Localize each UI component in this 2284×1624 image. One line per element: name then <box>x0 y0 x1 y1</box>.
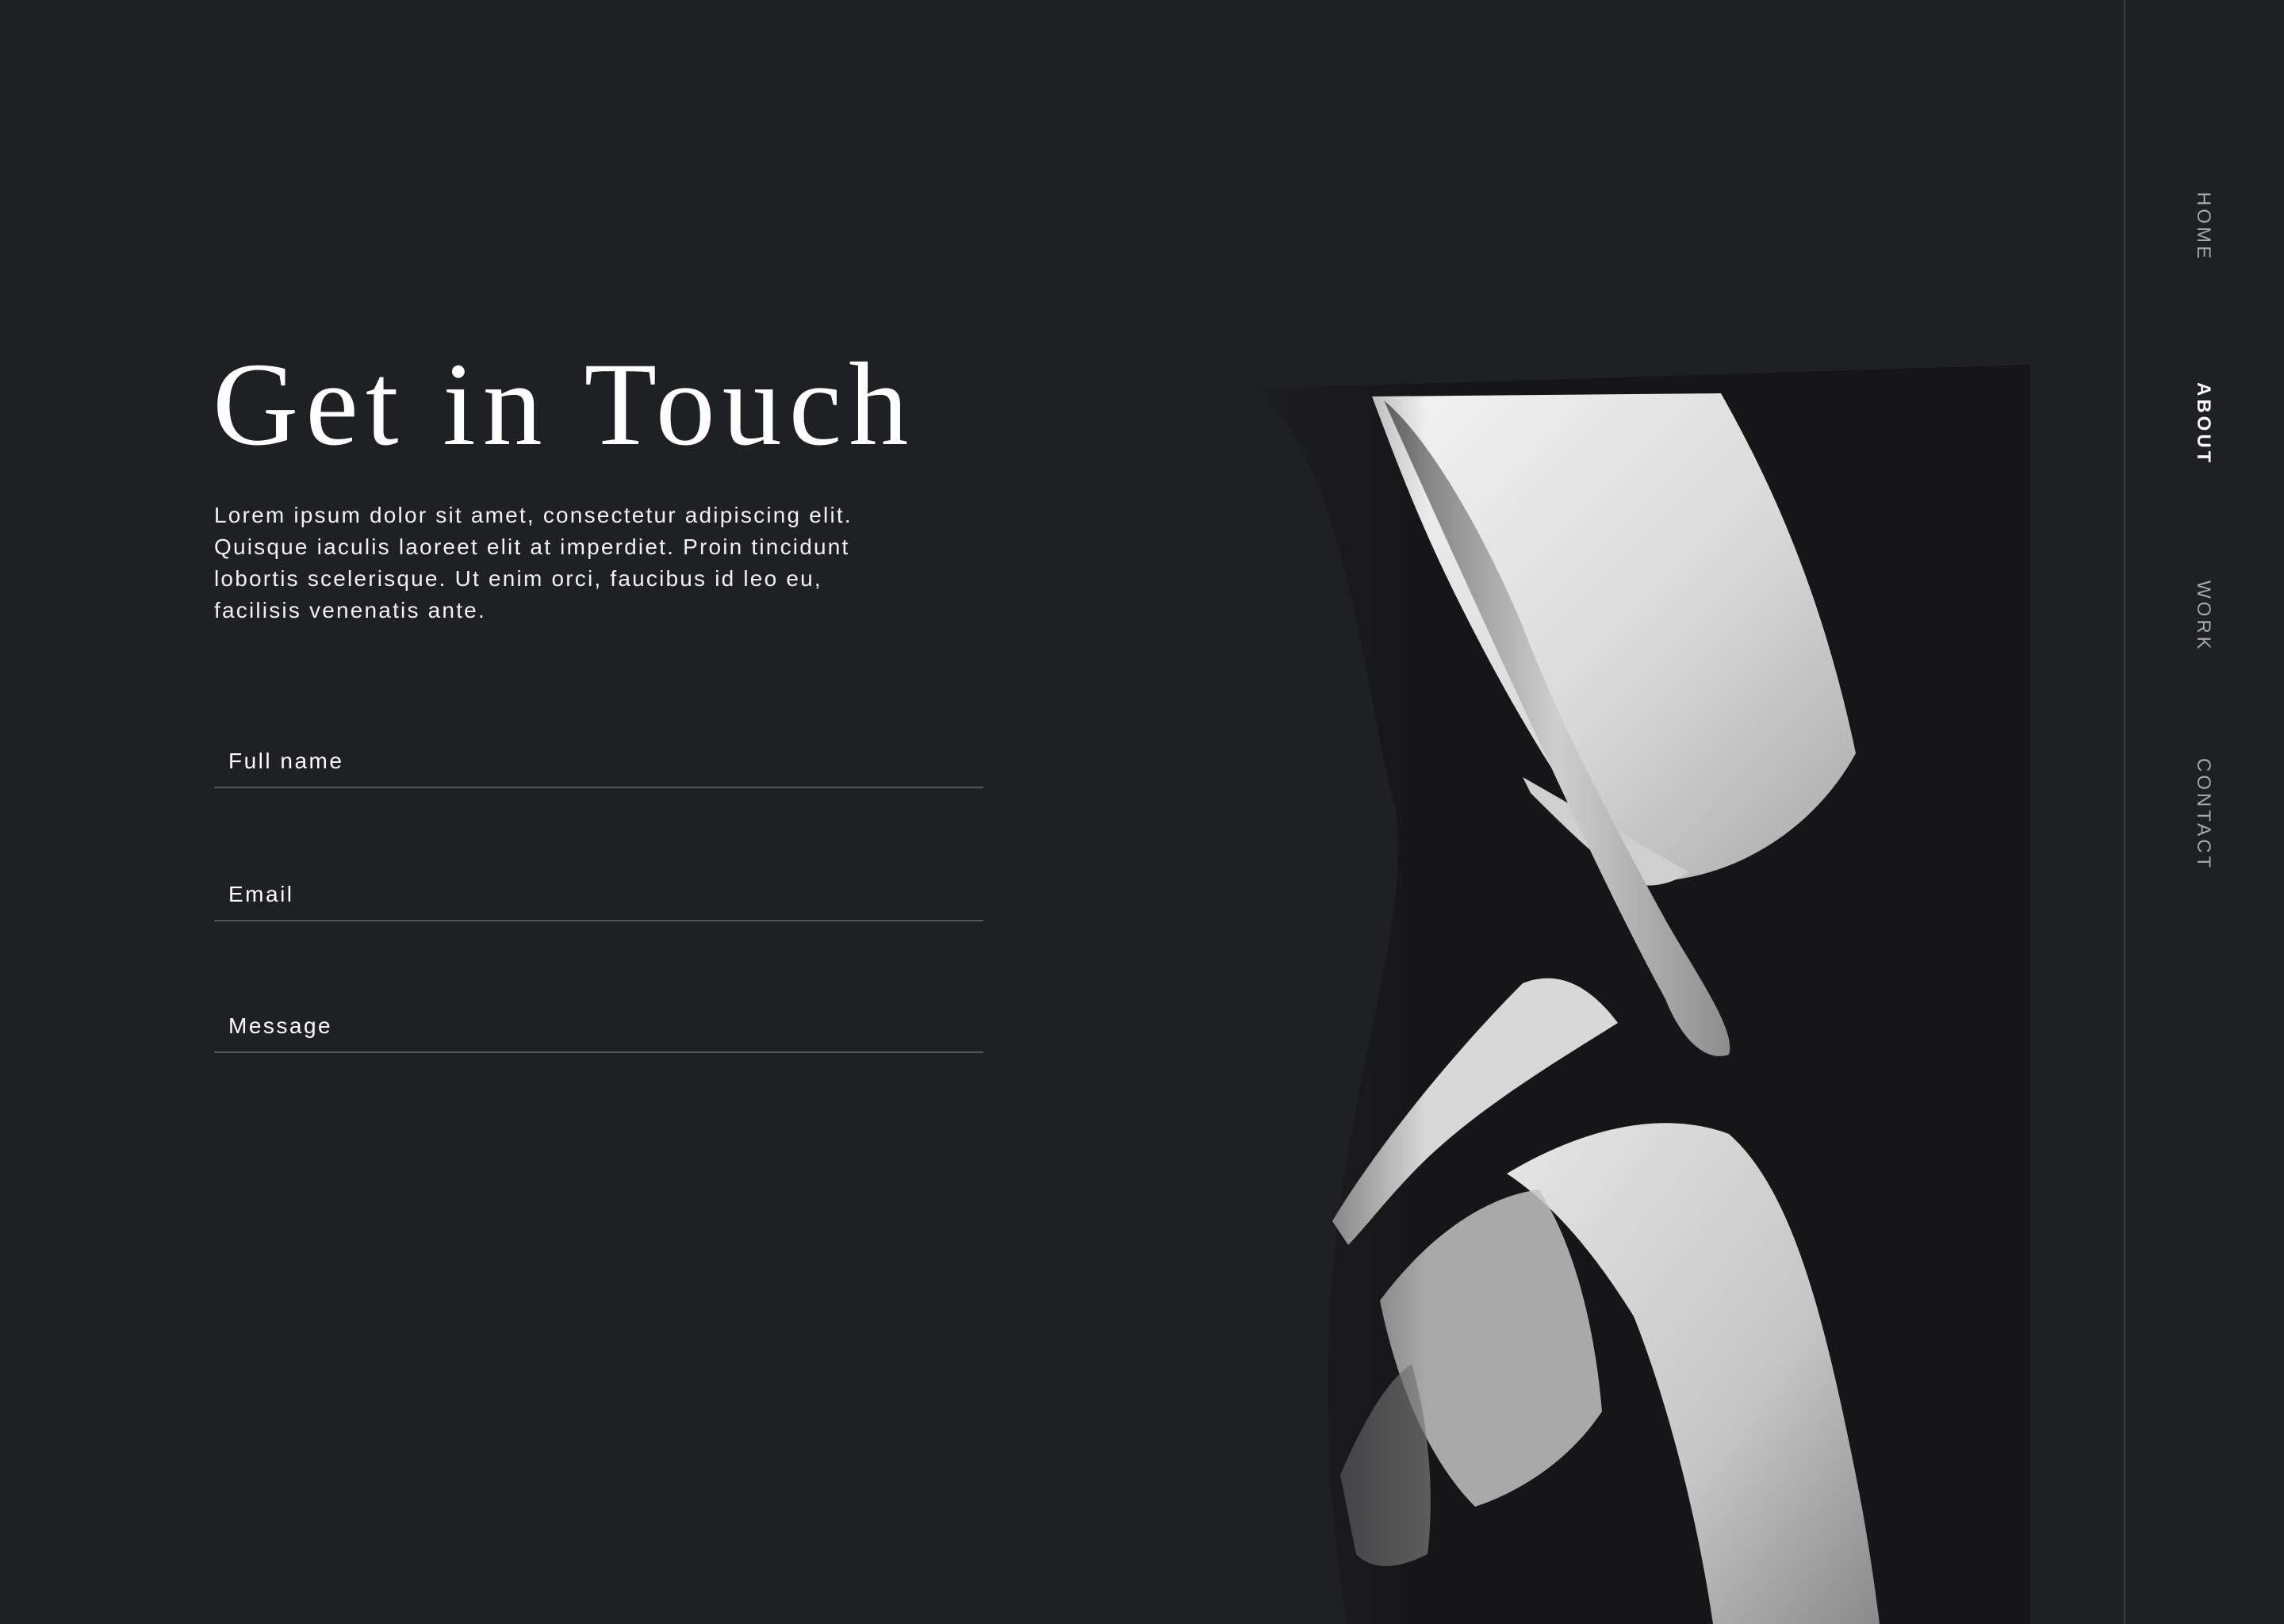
email-underline <box>214 920 983 921</box>
message-underline <box>214 1051 983 1053</box>
intro-paragraph: Lorem ipsum dolor sit amet, consectetur … <box>214 503 853 622</box>
contact-page: Get in Touch Lorem ipsum dolor sit amet,… <box>0 0 2284 1624</box>
nav-item-about[interactable]: ABOUT <box>2192 382 2214 465</box>
nav-item-work[interactable]: WORK <box>2192 580 2214 653</box>
page-title: Get in Touch <box>213 339 916 470</box>
message-input[interactable] <box>214 982 983 1053</box>
full-name-underline <box>214 787 983 788</box>
nav-item-home[interactable]: HOME <box>2192 192 2214 262</box>
full-name-input[interactable] <box>214 717 983 788</box>
nav-item-contact[interactable]: CONTACT <box>2192 758 2214 871</box>
top-hat-figure-image <box>1221 365 2030 1624</box>
full-name-field[interactable]: Full name <box>214 717 983 788</box>
message-field[interactable]: Message <box>214 982 983 1053</box>
hero-photo <box>1221 365 2030 1624</box>
side-nav: HOME ABOUT WORK CONTACT <box>2125 0 2284 1624</box>
email-field[interactable]: Email <box>214 850 983 921</box>
email-input[interactable] <box>214 850 983 921</box>
